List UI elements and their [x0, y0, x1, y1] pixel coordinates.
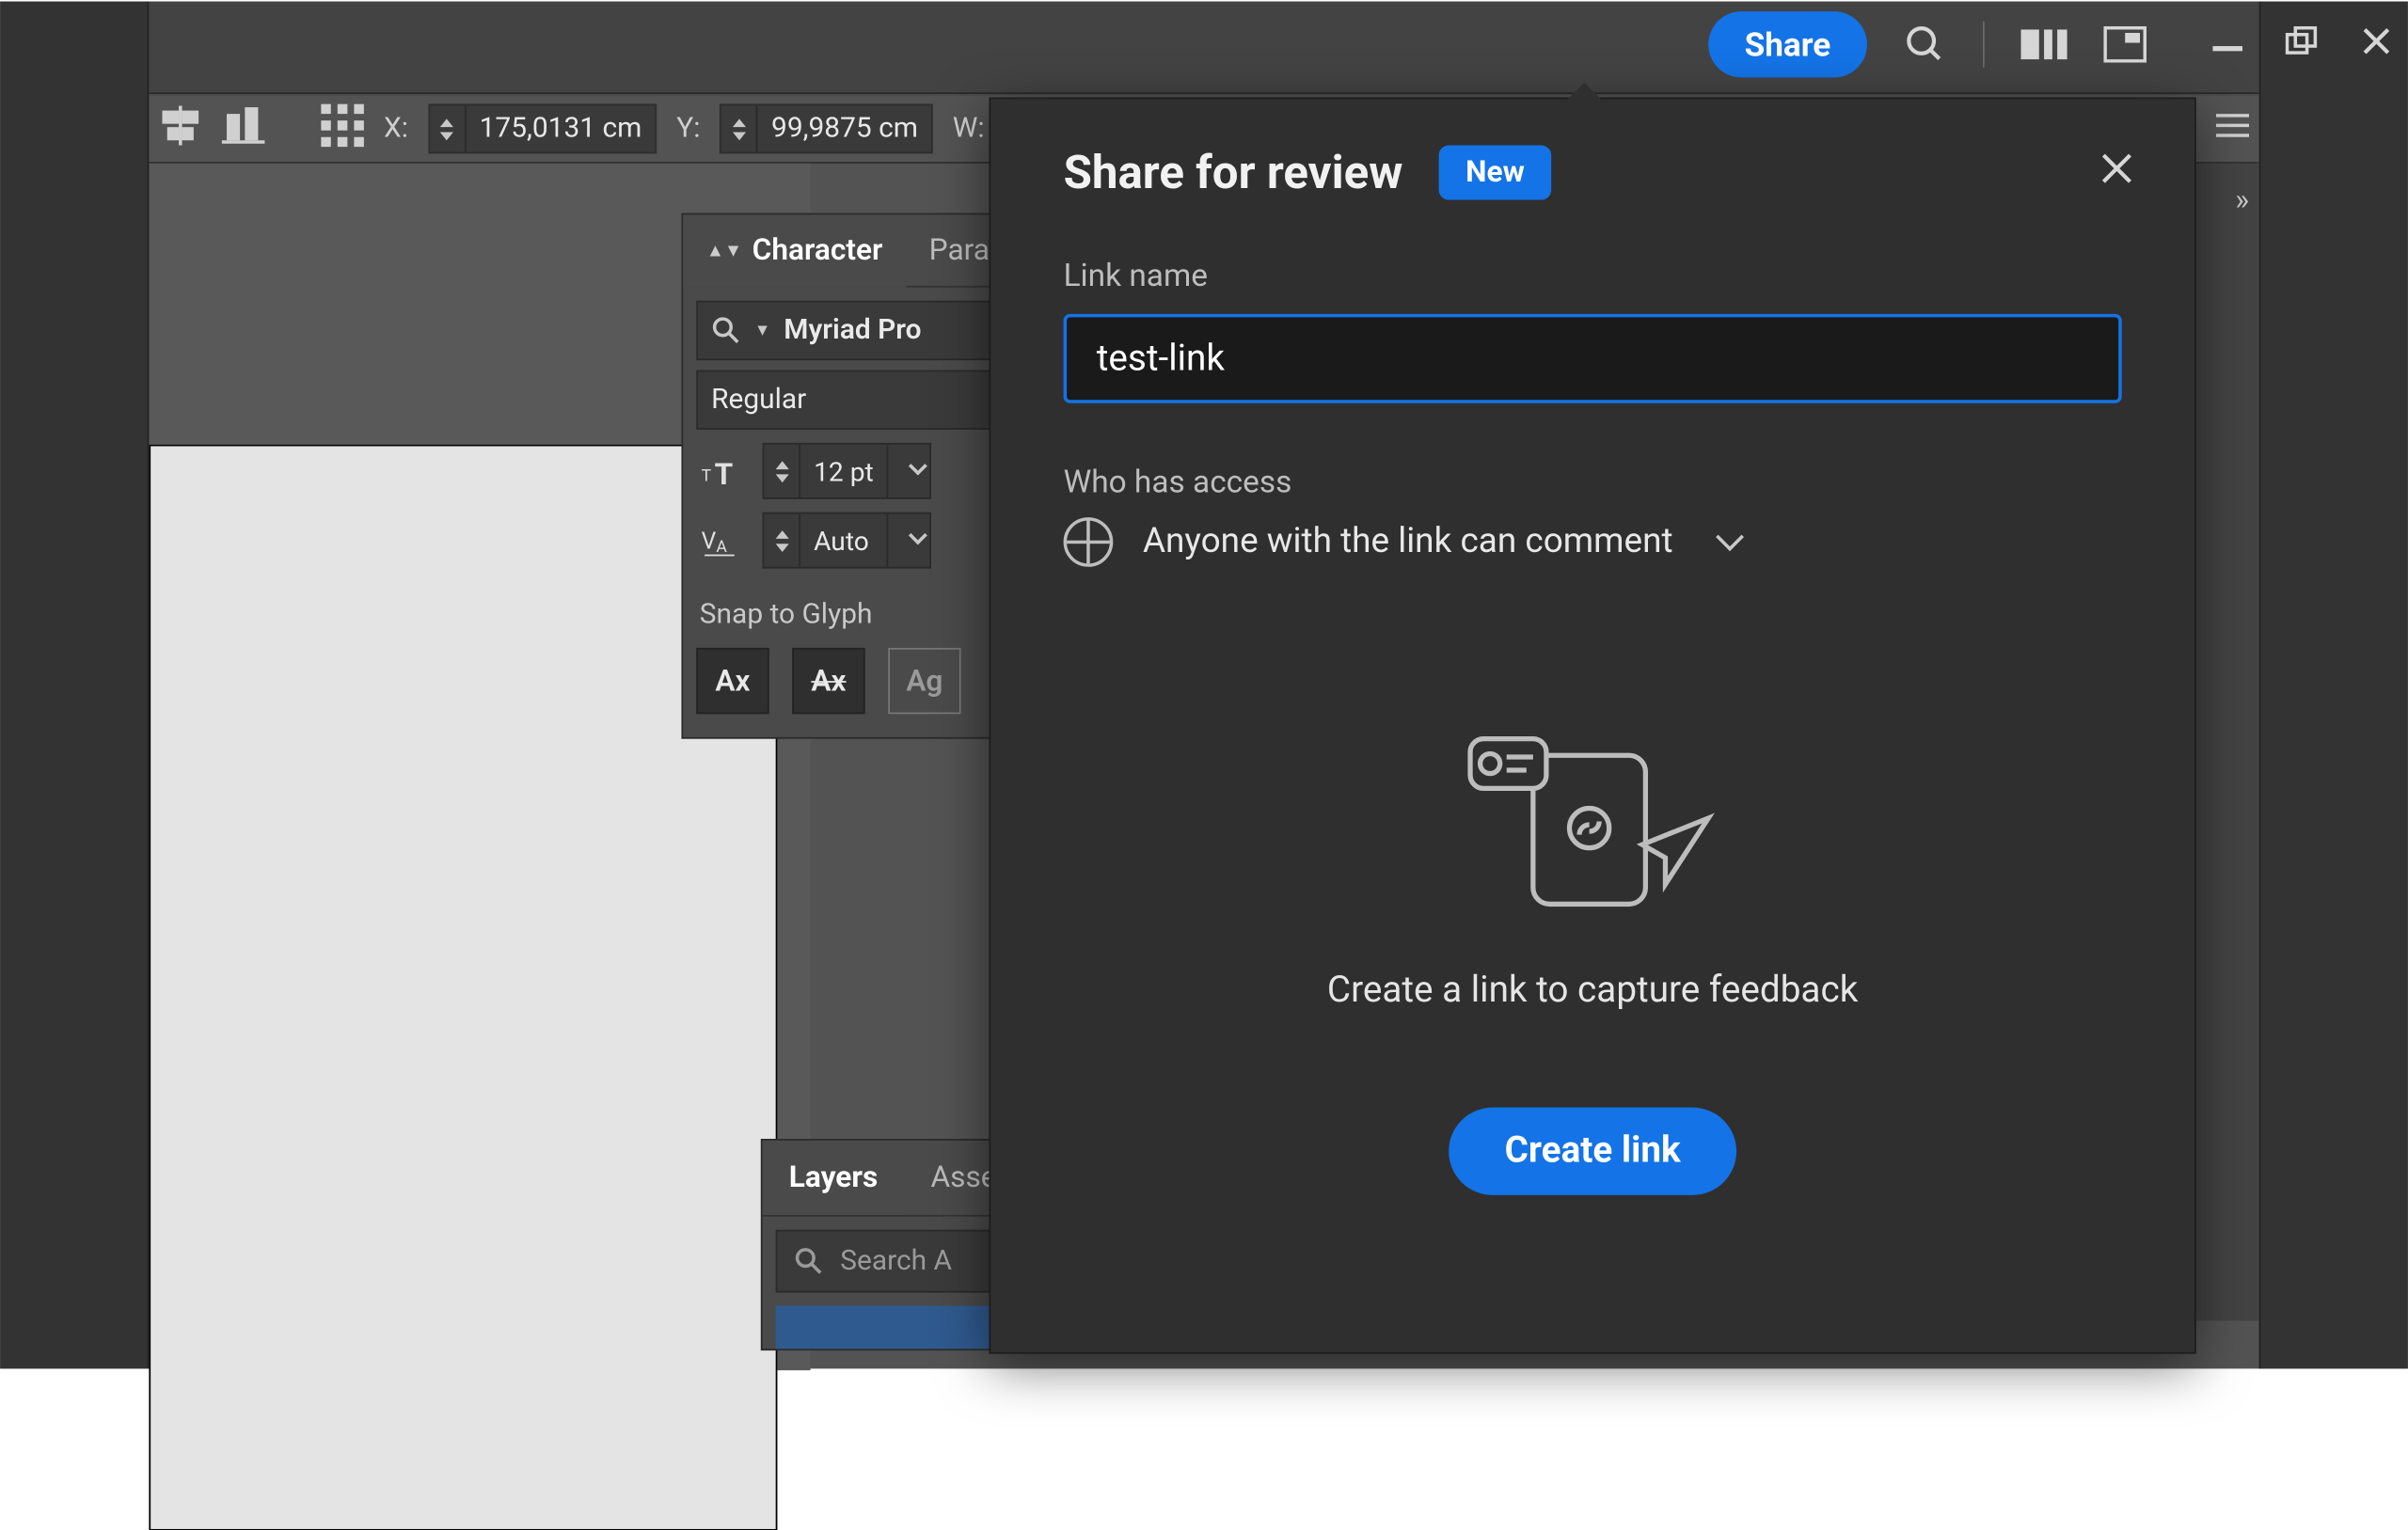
layers-search-placeholder: Search A	[840, 1244, 952, 1277]
divider	[1983, 21, 1985, 67]
tab-character[interactable]: ▲▼Character	[683, 216, 906, 288]
font-size-icon: TT	[696, 454, 749, 487]
x-label: X:	[384, 112, 408, 145]
share-for-review-dialog: Share for review New Link name Who has a…	[989, 97, 2195, 1353]
create-link-button[interactable]: Create link	[1449, 1107, 1737, 1194]
kerning-icon: VA	[696, 524, 749, 557]
globe-icon	[1064, 517, 1114, 567]
search-icon[interactable]	[1904, 23, 1947, 66]
access-dropdown[interactable]: Anyone with the link can comment	[1064, 517, 2122, 567]
transform-reference-icon[interactable]	[321, 103, 364, 153]
access-value: Anyone with the link can comment	[1143, 522, 1673, 561]
y-label: Y:	[676, 112, 700, 145]
snap-glyph-bounds-button[interactable]: Ag	[888, 647, 960, 713]
chevron-down-icon	[1715, 523, 1743, 551]
snap-glyph-baseline-button[interactable]: Ax	[696, 647, 768, 713]
link-name-label: Link name	[1064, 256, 2122, 293]
share-button[interactable]: Share	[1708, 11, 1867, 77]
share-illustration	[1460, 725, 1724, 923]
align-horizontal-icon[interactable]	[159, 104, 202, 152]
who-has-access-label: Who has access	[1064, 463, 2122, 500]
illustration-caption: Create a link to capture feedback	[1327, 970, 1858, 1011]
right-panel-dock[interactable]	[2193, 163, 2258, 1320]
right-app-edge	[2259, 1, 2408, 1368]
svg-text:V: V	[702, 528, 717, 555]
align-bottom-icon[interactable]	[222, 104, 265, 152]
y-value-input[interactable]: 99,9875 cm	[721, 103, 933, 153]
tab-layers[interactable]: Layers	[763, 1140, 905, 1214]
svg-text:A: A	[716, 537, 727, 556]
svg-text:T: T	[702, 466, 712, 485]
window-minimize-icon[interactable]	[2212, 25, 2242, 62]
dialog-title: Share for review	[1064, 145, 1403, 199]
panel-expand-icon[interactable]: »	[2235, 182, 2249, 217]
window-restore-icon[interactable]	[2286, 25, 2319, 62]
font-size-input[interactable]: 12 pt	[763, 442, 932, 498]
w-label: W:	[953, 112, 985, 145]
svg-text:T: T	[715, 456, 734, 487]
new-badge: New	[1439, 145, 1551, 199]
dialog-close-button[interactable]	[2099, 148, 2135, 197]
dialog-pointer	[1564, 82, 1604, 102]
control-strip-menu-icon[interactable]	[2216, 111, 2249, 146]
window-close-icon[interactable]	[2362, 25, 2392, 62]
snap-glyph-xheight-button[interactable]: Ax	[792, 647, 864, 713]
left-app-edge	[0, 1, 149, 1368]
workspace-switcher-icon[interactable]	[2020, 25, 2067, 62]
panel-layout-icon[interactable]	[2103, 25, 2147, 62]
link-name-input[interactable]	[1064, 313, 2122, 402]
kerning-input[interactable]: Auto	[763, 512, 931, 568]
x-value-input[interactable]: 175,0131 cm	[428, 103, 657, 153]
